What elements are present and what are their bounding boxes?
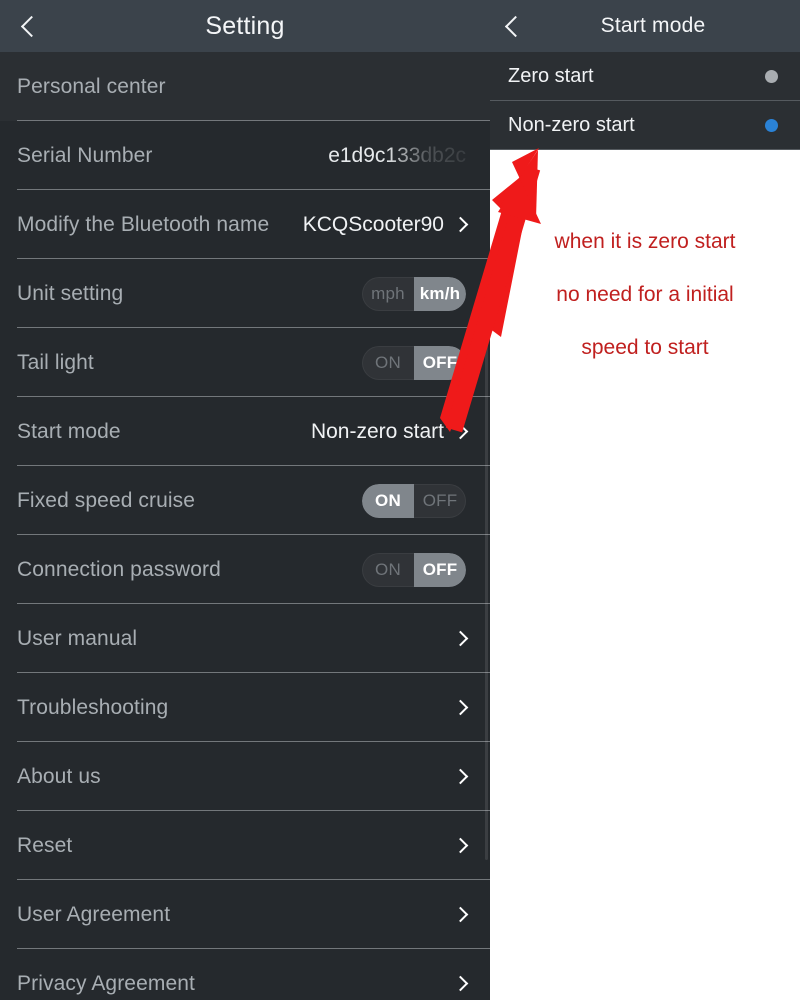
row-right: ON OFF: [362, 552, 466, 587]
annotation-line-1: when it is zero start: [554, 230, 736, 253]
row-right: [452, 699, 469, 716]
start-mode-page-title: Start mode: [600, 14, 706, 37]
chevron-right-icon: [452, 423, 469, 440]
setting-back-button[interactable]: [10, 0, 52, 52]
row-right: [452, 906, 469, 923]
row-label: Personal center: [17, 74, 166, 98]
start-mode-option-zero-start[interactable]: Zero start: [490, 52, 800, 101]
option-label: Zero start: [508, 65, 594, 87]
row-right: KCQScooter90: [302, 212, 469, 237]
setting-row-about-us[interactable]: About us: [0, 742, 490, 811]
setting-page-title: Setting: [205, 11, 285, 40]
radio-button-non-zero-start[interactable]: [765, 119, 778, 132]
start-mode-navbar: Start mode: [490, 0, 800, 52]
connection-password-option-on[interactable]: ON: [362, 553, 414, 587]
option-label: Non-zero start: [508, 114, 635, 136]
setting-row-troubleshooting[interactable]: Troubleshooting: [0, 673, 490, 742]
row-label: Fixed speed cruise: [17, 488, 196, 512]
row-label: Tail light: [17, 350, 94, 374]
fixed-speed-cruise-toggle[interactable]: ON OFF: [362, 483, 466, 518]
tail-light-option-off[interactable]: OFF: [414, 345, 466, 380]
row-label: Serial Number: [17, 143, 153, 167]
unit-option-mph[interactable]: mph: [362, 277, 414, 311]
setting-screen: Setting Personal center Serial Number e1…: [0, 0, 490, 1000]
setting-row-user-agreement[interactable]: User Agreement: [0, 880, 490, 949]
fixed-speed-cruise-option-off[interactable]: OFF: [414, 484, 466, 518]
chevron-left-icon: [20, 15, 42, 37]
chevron-right-icon: [452, 906, 469, 923]
setting-navbar: Setting: [0, 0, 490, 52]
row-label: User manual: [17, 626, 138, 650]
bluetooth-name-value: KCQScooter90: [302, 212, 444, 236]
tail-light-toggle[interactable]: ON OFF: [362, 345, 466, 380]
start-mode-screen: Start mode Zero start Non-zero start: [490, 0, 800, 150]
chevron-right-icon: [452, 699, 469, 716]
row-right: [452, 837, 469, 854]
tail-light-option-on[interactable]: ON: [362, 346, 414, 380]
chevron-right-icon: [452, 630, 469, 647]
setting-row-bluetooth-name[interactable]: Modify the Bluetooth name KCQScooter90: [0, 190, 490, 259]
app-screenshot: Setting Personal center Serial Number e1…: [0, 0, 800, 1000]
row-label: Start mode: [17, 419, 121, 443]
setting-row-tail-light[interactable]: Tail light ON OFF: [0, 328, 490, 397]
row-right: [452, 630, 469, 647]
setting-row-privacy-agreement[interactable]: Privacy Agreement: [0, 949, 490, 1000]
connection-password-option-off[interactable]: OFF: [414, 552, 466, 587]
row-label: Modify the Bluetooth name: [17, 212, 270, 236]
row-right: [452, 768, 469, 785]
unit-option-kmh[interactable]: km/h: [414, 276, 466, 311]
annotation-text: when it is zero start no need for a init…: [490, 215, 800, 374]
vertical-scrollbar[interactable]: [485, 300, 488, 860]
start-mode-back-button[interactable]: [494, 0, 536, 52]
radio-button-zero-start[interactable]: [765, 70, 778, 83]
start-mode-value: Non-zero start: [310, 419, 444, 443]
setting-list: Personal center Serial Number e1d9c133db…: [0, 52, 490, 1000]
row-label: User Agreement: [17, 902, 171, 926]
chevron-right-icon: [452, 975, 469, 992]
connection-password-toggle[interactable]: ON OFF: [362, 552, 466, 587]
setting-row-fixed-speed-cruise[interactable]: Fixed speed cruise ON OFF: [0, 466, 490, 535]
start-mode-option-non-zero-start[interactable]: Non-zero start: [490, 101, 800, 150]
row-label: Privacy Agreement: [17, 971, 195, 995]
chevron-right-icon: [452, 837, 469, 854]
setting-row-unit-setting[interactable]: Unit setting mph km/h: [0, 259, 490, 328]
unit-setting-toggle[interactable]: mph km/h: [362, 276, 466, 311]
chevron-left-icon: [504, 15, 526, 37]
row-right: [452, 975, 469, 992]
fixed-speed-cruise-option-on[interactable]: ON: [362, 483, 414, 518]
row-label: Unit setting: [17, 281, 124, 305]
row-right: ON OFF: [362, 345, 466, 380]
row-right: ON OFF: [362, 483, 466, 518]
row-right: mph km/h: [362, 276, 466, 311]
row-label: Connection password: [17, 557, 221, 581]
row-right: Non-zero start: [310, 419, 469, 444]
chevron-right-icon: [452, 216, 469, 233]
setting-row-reset[interactable]: Reset: [0, 811, 490, 880]
annotation-line-3: speed to start: [581, 336, 709, 359]
setting-row-user-manual[interactable]: User manual: [0, 604, 490, 673]
row-right: e1d9c133db2c: [328, 144, 466, 168]
row-label: Reset: [17, 833, 73, 857]
setting-row-start-mode[interactable]: Start mode Non-zero start: [0, 397, 490, 466]
serial-number-value: e1d9c133db2c: [328, 143, 466, 167]
chevron-right-icon: [452, 768, 469, 785]
row-label: About us: [17, 764, 101, 788]
setting-row-serial-number: Serial Number e1d9c133db2c: [0, 121, 490, 190]
setting-row-connection-password[interactable]: Connection password ON OFF: [0, 535, 490, 604]
row-label: Troubleshooting: [17, 695, 169, 719]
setting-row-personal-center[interactable]: Personal center: [0, 52, 490, 121]
annotation-line-2: no need for a initial: [556, 283, 734, 306]
